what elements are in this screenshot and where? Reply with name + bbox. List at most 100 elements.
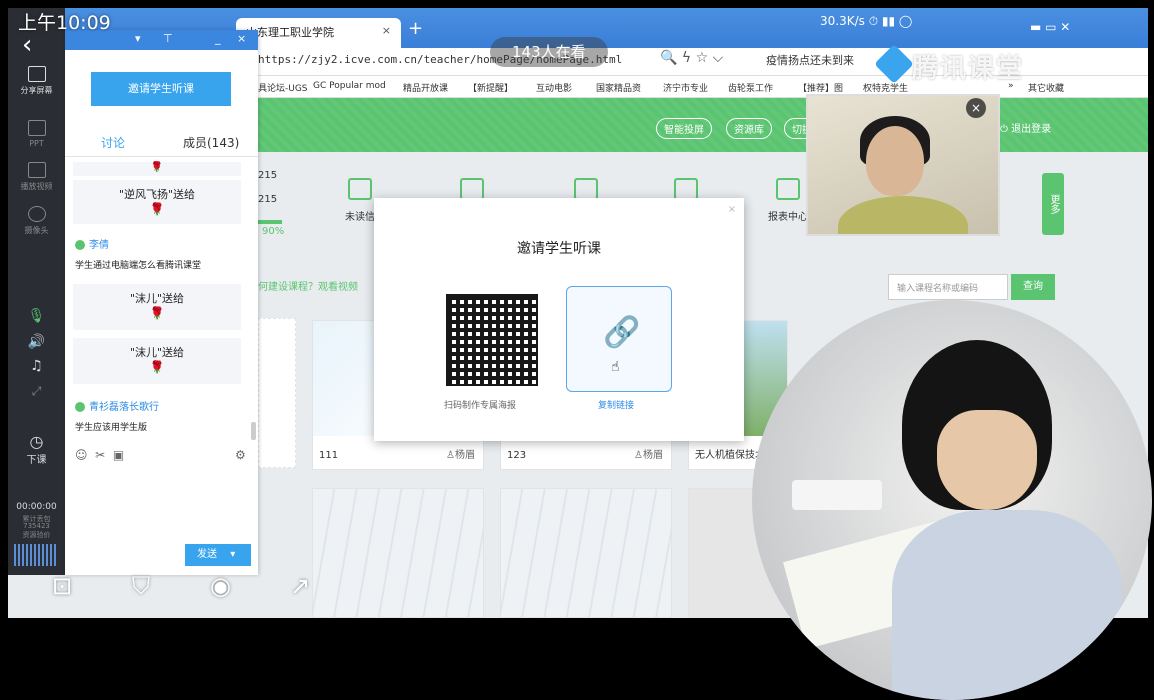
tab-discuss[interactable]: 讨论 bbox=[101, 134, 125, 151]
user-name: 青衫磊落长歌行 bbox=[89, 402, 159, 413]
build-course-link[interactable]: 何建设课程？观看视频 bbox=[258, 278, 358, 293]
course-card[interactable] bbox=[500, 488, 672, 618]
end-class-button[interactable]: ◷ 下课 bbox=[8, 432, 65, 466]
mail-icon bbox=[348, 178, 372, 200]
student-camera bbox=[752, 300, 1152, 700]
chevron-down-icon[interactable]: ⌵ bbox=[713, 50, 724, 66]
net-speed: 30.3K/s bbox=[820, 14, 865, 28]
bookmark[interactable]: GC Popular mod bbox=[313, 81, 386, 91]
chat-message: 学生通过电脑端怎么看腾讯课堂 bbox=[75, 261, 202, 271]
emoji-icon[interactable]: ☺ bbox=[75, 448, 88, 462]
camera-icon bbox=[27, 206, 46, 222]
teacher-body bbox=[838, 196, 968, 234]
status-net: 30.3K/s ⏱ ▮▮ ◯ bbox=[820, 14, 913, 28]
bookmark[interactable]: 【新提醒】 bbox=[468, 81, 513, 94]
progress-percent: 90% bbox=[262, 226, 285, 237]
bookmark[interactable]: 济宁市专业 bbox=[663, 81, 708, 94]
bookmark[interactable]: 权特克学生 bbox=[863, 81, 908, 94]
bookmark[interactable]: 其它收藏 bbox=[1028, 81, 1064, 94]
tile-label: 报表中心 bbox=[768, 212, 808, 223]
send-button[interactable]: 发送 ▾ bbox=[185, 544, 251, 566]
gear-icon[interactable]: ⚙ bbox=[235, 448, 246, 462]
window-controls[interactable]: ▬ ▭ ✕ bbox=[1030, 20, 1070, 34]
tab-members[interactable]: 成员(143) bbox=[183, 134, 239, 151]
star-icon[interactable]: ☆ bbox=[696, 50, 709, 66]
more-button[interactable]: 更多 bbox=[1042, 173, 1064, 235]
minimize-icon[interactable]: _ bbox=[215, 32, 221, 45]
back-icon[interactable]: ‹ bbox=[22, 30, 32, 60]
chart-icon bbox=[776, 178, 800, 200]
ppt-icon bbox=[27, 120, 46, 136]
gift-text: "逆风飞扬"送给 bbox=[118, 188, 196, 201]
course-author: ♙杨眉 bbox=[446, 450, 475, 461]
bookmark[interactable]: 精品开放课 bbox=[403, 81, 448, 94]
share-icon[interactable]: ↗ bbox=[290, 572, 310, 600]
rose-icon: 🌹 bbox=[149, 360, 165, 374]
bookmark[interactable]: 具论坛-UGS bbox=[258, 81, 308, 94]
mic-icon[interactable]: 🎙 bbox=[8, 308, 65, 324]
course-search-input[interactable]: 输入课程名称或编码 bbox=[888, 274, 1008, 300]
rose-icon: 🌹 bbox=[149, 306, 165, 320]
smart-cast-button[interactable]: 智能投屏 bbox=[656, 118, 712, 139]
chat-user: 青衫磊落长歌行 bbox=[75, 398, 159, 413]
search-button[interactable]: 查询 bbox=[1011, 274, 1055, 300]
shield-icon[interactable]: ⛉ bbox=[132, 572, 150, 600]
author-name: 杨眉 bbox=[643, 450, 663, 461]
close-icon[interactable]: × bbox=[728, 204, 736, 215]
add-course-card[interactable] bbox=[258, 318, 296, 468]
link-icon: 🔗 bbox=[603, 315, 641, 350]
resource-library-button[interactable]: 资源库 bbox=[726, 118, 772, 139]
tile-label: 未读信 bbox=[345, 212, 375, 223]
browser-tab[interactable]: 山东理工职业学院 × bbox=[236, 18, 401, 48]
gift-text: "沫儿"送给 bbox=[129, 346, 185, 359]
teacher-face bbox=[866, 126, 924, 196]
router bbox=[792, 480, 882, 510]
expand-icon[interactable]: ⤢ bbox=[8, 384, 65, 399]
logout-label: 退出登录 bbox=[1011, 124, 1052, 135]
share-screen-button[interactable]: 分享屏幕 bbox=[8, 66, 65, 96]
modal-title: 邀请学生听课 bbox=[517, 241, 601, 257]
course-title: 123 bbox=[507, 450, 527, 461]
toolbar-label: 分享屏幕 bbox=[20, 86, 53, 95]
chat-bubble-icon[interactable]: ⊡ bbox=[52, 572, 72, 600]
copy-link-button[interactable]: 🔗 ☝ bbox=[566, 286, 672, 392]
warning-text: 疫情扬点还未到来 bbox=[766, 54, 854, 67]
camera-button[interactable]: 摄像头 bbox=[8, 206, 65, 236]
gift-item: "沫儿"送给 🌹 bbox=[73, 338, 241, 384]
bookmark[interactable]: 【推荐】图 bbox=[798, 81, 843, 94]
left-toolbar: 分享屏幕 PPT 播放视频 摄像头 🎙 🔊 ♫ ⤢ ◷ 下课 00:00:00 累… bbox=[8, 8, 65, 575]
bookmark[interactable]: 互动电影 bbox=[536, 81, 572, 94]
timer: 00:00:00 bbox=[16, 502, 57, 512]
clock-icon: ◷ bbox=[29, 432, 44, 451]
screen-icon bbox=[460, 178, 484, 200]
copy-link-label[interactable]: 复制链接 bbox=[598, 398, 634, 411]
play-video-button[interactable]: 播放视频 bbox=[8, 162, 65, 192]
bookmark[interactable]: 齿轮泵工作 bbox=[728, 81, 773, 94]
chat-panel: ▾ ⊤ _ × 邀请学生听课 讨论 成员(143) 🌹 "逆风飞扬"送给 🌹 李倩… bbox=[65, 30, 258, 575]
divider bbox=[65, 156, 258, 157]
new-tab-icon[interactable]: + bbox=[408, 18, 423, 39]
lightning-icon[interactable]: ϟ bbox=[682, 50, 691, 66]
scissors-icon[interactable]: ✂ bbox=[95, 448, 105, 462]
scrollbar[interactable] bbox=[251, 422, 256, 440]
close-icon[interactable]: × bbox=[237, 32, 246, 45]
pin-icon[interactable]: ⊤ bbox=[163, 32, 173, 45]
course-card[interactable] bbox=[312, 488, 484, 618]
record-icon[interactable]: ◉ bbox=[210, 572, 231, 600]
bookmark[interactable]: 国家精品资 bbox=[596, 81, 641, 94]
speaker-icon[interactable]: 🔊 bbox=[8, 334, 65, 350]
close-tab-icon[interactable]: × bbox=[382, 24, 391, 37]
toolbar-label: 播放视频 bbox=[20, 182, 53, 191]
ppt-button[interactable]: PPT bbox=[8, 120, 65, 148]
close-camera-icon[interactable]: × bbox=[966, 98, 986, 118]
logout-link[interactable]: ⏻ 退出登录 bbox=[1000, 120, 1051, 135]
image-icon[interactable]: ▣ bbox=[113, 448, 124, 462]
collapse-icon[interactable]: ▾ bbox=[135, 32, 141, 45]
chevron-down-icon[interactable]: ▾ bbox=[230, 549, 235, 560]
author-name: 杨眉 bbox=[455, 450, 475, 461]
gift-item: "逆风飞扬"送给 🌹 bbox=[73, 180, 241, 224]
qr-label: 扫码制作专属海报 bbox=[444, 401, 517, 411]
search-icon[interactable]: 🔍 bbox=[660, 50, 677, 66]
invite-students-button[interactable]: 邀请学生听课 bbox=[91, 72, 231, 106]
music-icon[interactable]: ♫ bbox=[8, 358, 65, 374]
